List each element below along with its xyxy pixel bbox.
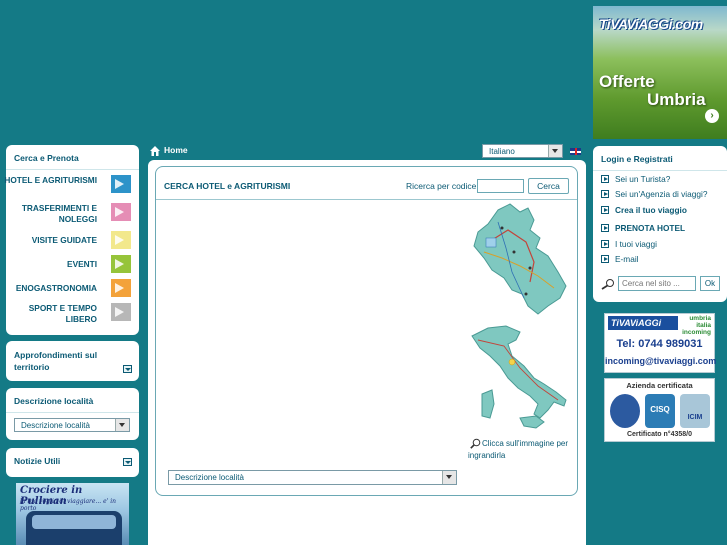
ok-button[interactable]: Ok [700,276,720,291]
home-link[interactable]: Home [164,145,188,155]
menu-label: VISITE GUIDATE [31,235,97,245]
divider [156,199,577,200]
menu-hotel-agriturismi[interactable]: HOTEL E AGRITURISMI [4,175,131,197]
code-search-input[interactable] [477,179,524,193]
arrow-swatch-icon [111,203,131,221]
cerca-button[interactable]: Cerca [528,178,569,194]
expand-icon[interactable] [123,458,132,466]
bullet-arrow-icon [601,240,609,248]
expand-icon[interactable] [123,365,132,373]
chevron-down-icon [548,145,562,157]
bullet-arrow-icon [601,224,609,232]
link-label: Crea il tuo viaggio [615,205,687,215]
language-select[interactable]: Italiano [482,144,563,158]
banner-line1: Offerte [599,72,655,91]
cisq-seal-icon: CISQ [645,394,675,428]
cert-title: Azienda certificata [626,381,693,390]
chevron-down-icon [442,471,456,484]
contact-logo: TiVAViAGGi [608,316,678,330]
menu-sport-tempo-libero[interactable]: SPORT E TEMPO LIBERO [11,303,131,325]
link-tuoi-viaggi[interactable]: I tuoi viaggi [601,238,725,250]
cerca-prenota-panel: Cerca e Prenota HOTEL E AGRITURISMI TRAS… [4,145,139,335]
italy-map-image[interactable] [468,322,572,432]
link-turista[interactable]: Sei un Turista? [601,173,725,185]
menu-visite-guidate[interactable]: VISITE GUIDATE [11,231,131,253]
descrizione-panel: Descrizione località Descrizione localit… [6,388,139,440]
select-value: Descrizione località [21,421,90,430]
home-icon [150,146,160,156]
icim-seal-icon: ICIM [680,394,710,428]
select-value: Italiano [489,147,515,156]
code-search-label: Ricerca per codice [406,181,477,191]
menu-eventi[interactable]: EVENTI [11,255,131,277]
approfondimenti-title: Approfondimenti sul territorio [14,350,98,372]
bullet-arrow-icon [601,190,609,198]
menu-enogastronomia[interactable]: ENOGASTRONOMIA [11,279,131,301]
contact-email: incoming@tivaviaggi.com [605,356,717,366]
contact-region: umbria italia incoming [682,315,711,336]
notizie-title: Notizie Utili [14,456,61,466]
link-label: E-mail [615,254,639,264]
search-icon [601,279,614,290]
cert-number: Certificato n°4358/0 [626,431,693,438]
banner-arrow-icon[interactable]: › [705,109,719,123]
cerca-prenota-title: Cerca e Prenota [6,145,139,170]
menu-label: ENOGASTRONOMIA [15,283,97,293]
link-label: PRENOTA HOTEL [615,223,686,233]
menu-label: EVENTI [67,259,97,269]
contact-box[interactable]: TiVAViAGGi umbria italia incoming Tel: 0… [604,313,717,373]
login-title: Login e Registrati [593,146,727,171]
zoom-hint: Clicca sull'immagine per ingrandirla [468,439,568,460]
menu-label: SPORT E TEMPO LIBERO [28,303,97,324]
notizie-panel[interactable]: Notizie Utili [6,448,139,477]
offerte-umbria-banner[interactable]: TiVAViAGGi.com Offerte Umbria › [593,6,727,139]
icim-label: ICIM [687,414,703,421]
arrow-swatch-icon [111,175,131,193]
certification-box: Azienda certificata CISQ ICIM Certificat… [604,378,715,442]
link-email[interactable]: E-mail [601,253,725,265]
bullet-arrow-icon [601,175,609,183]
link-label: Sei un'Agenzia di viaggi? [615,189,708,199]
pullman-subtitle: la tua voglia di viaggiare... e' in port… [20,498,116,512]
search-hotel-title: CERCA HOTEL e AGRITURISMI [164,181,291,191]
arrow-swatch-icon [111,303,131,321]
menu-label: TRASFERIMENTI E NOLEGGI [21,203,97,224]
link-label: Sei un Turista? [615,174,671,184]
site-search-input[interactable] [618,276,696,291]
localita-select[interactable]: Descrizione località [168,470,457,485]
link-agenzia[interactable]: Sei un'Agenzia di viaggi? [601,188,725,200]
arrow-swatch-icon [111,231,131,249]
arrow-swatch-icon [111,279,131,297]
uk-flag-icon[interactable] [570,148,581,155]
banner-line2: Umbria [647,90,706,109]
link-label: I tuoi viaggi [615,239,657,249]
cisq-label: CISQ [650,405,670,414]
link-prenota-hotel[interactable]: PRENOTA HOTEL [601,222,725,234]
approfondimenti-panel[interactable]: Approfondimenti sul territorio [6,341,139,381]
tivaviaggi-logo: TiVAViAGGi.com [599,16,703,32]
umbria-map-image[interactable] [468,202,572,316]
descrizione-select[interactable]: Descrizione località [14,418,130,432]
bullet-arrow-icon [601,255,609,263]
arrow-swatch-icon [111,255,131,273]
crociere-pullman-ad[interactable]: Crociere in Pullman la tua voglia di via… [16,483,129,545]
link-crea-viaggio[interactable]: Crea il tuo viaggio [601,204,725,216]
bullet-arrow-icon [601,206,609,214]
chevron-down-icon [115,419,129,431]
menu-label: HOTEL E AGRITURISMI [4,175,97,185]
iqnet-seal-icon [610,394,640,428]
contact-phone: Tel: 0744 989031 [616,338,703,350]
select-value: Descrizione località [175,473,244,482]
descrizione-title: Descrizione località [6,388,139,413]
menu-trasferimenti-noleggi[interactable]: TRASFERIMENTI E NOLEGGI [11,203,131,225]
bus-image [26,511,122,545]
